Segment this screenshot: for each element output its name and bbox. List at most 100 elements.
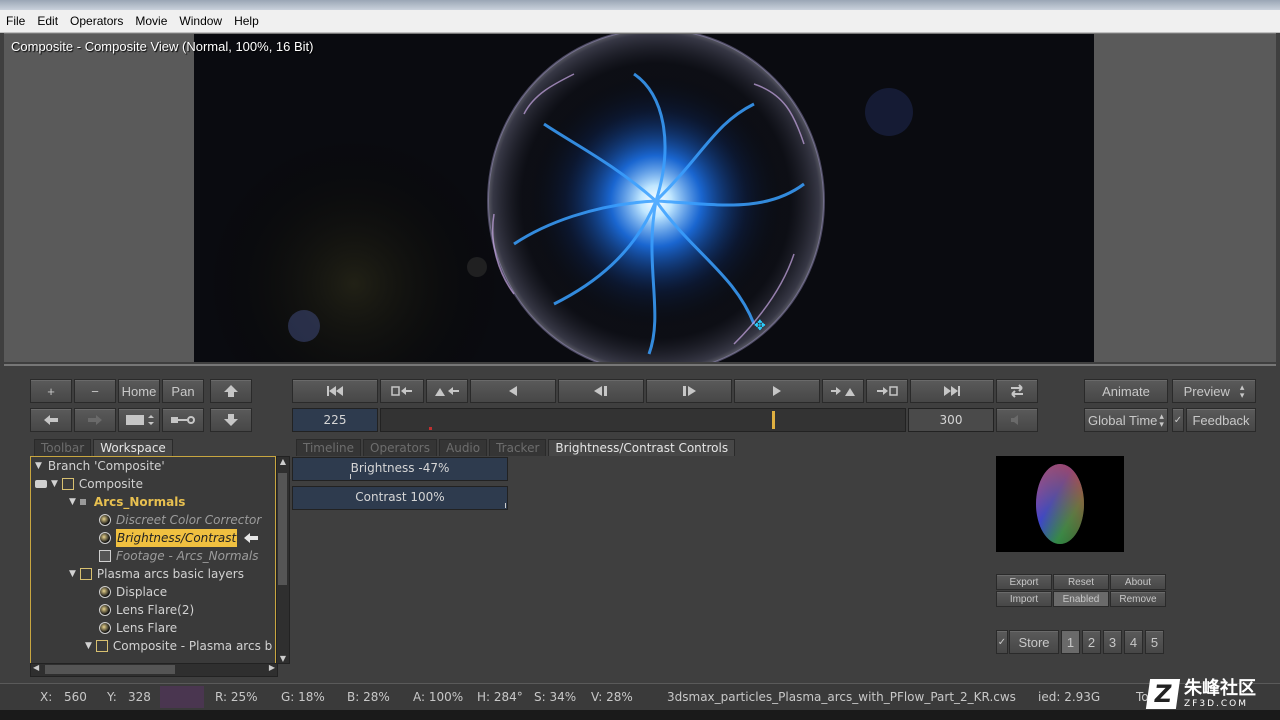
tree-row-brightness-contrast[interactable]: Brightness/Contrast [99, 529, 259, 547]
node-link-button[interactable] [162, 408, 204, 432]
store-checkbox[interactable]: ✓ [996, 630, 1008, 654]
animate-button[interactable]: Animate [1084, 379, 1168, 403]
forward-button[interactable] [74, 408, 116, 432]
prev-marker-button[interactable] [426, 379, 468, 403]
tree-row-arcs-normals[interactable]: ▼ Arcs_Normals [69, 493, 185, 511]
tab-timeline[interactable]: Timeline [296, 439, 362, 456]
store-slot-2[interactable]: 2 [1082, 630, 1101, 654]
tree-row-footage[interactable]: Footage - Arcs_Normals [99, 547, 258, 565]
tree-row-composite-plasma[interactable]: ▼ Composite - Plasma arcs b [85, 637, 272, 655]
arrow-left-icon [44, 415, 58, 425]
scroll-thumb[interactable] [278, 473, 287, 585]
workspace-tree[interactable]: ▼ Branch 'Composite' ▼ Composite ▼ Arcs_… [30, 456, 276, 664]
audio-button[interactable] [996, 408, 1038, 432]
next-marker-button[interactable] [822, 379, 864, 403]
skip-end-icon [944, 386, 960, 396]
menu-help[interactable]: Help [228, 14, 265, 28]
timeline-playhead[interactable] [772, 411, 775, 429]
loop-button[interactable] [996, 379, 1038, 403]
operator-icon [99, 604, 111, 616]
tree-label: Plasma arcs basic layers [96, 567, 244, 581]
brightness-slider[interactable]: Brightness -47% [292, 457, 508, 481]
upload-button[interactable] [210, 379, 252, 403]
add-button[interactable]: + [30, 379, 72, 403]
step-back-button[interactable] [558, 379, 644, 403]
menu-window[interactable]: Window [173, 14, 228, 28]
tree-row-plasma-arcs[interactable]: ▼ Plasma arcs basic layers [69, 565, 244, 583]
z-logo-icon: Z [1145, 679, 1181, 709]
step-forward-icon [683, 386, 696, 396]
y-value: 328 [128, 690, 151, 704]
check-icon: ✓ [1173, 414, 1183, 426]
scroll-right-icon[interactable]: ▶ [269, 663, 275, 672]
tab-brightness-contrast-controls[interactable]: Brightness/Contrast Controls [548, 439, 736, 456]
store-slot-1[interactable]: 1 [1061, 630, 1080, 654]
import-button[interactable]: Import [996, 591, 1052, 607]
download-button[interactable] [210, 408, 252, 432]
feedback-checkbox[interactable]: ✓ [1172, 408, 1184, 432]
menu-file[interactable]: File [0, 14, 31, 28]
store-slot-4[interactable]: 4 [1124, 630, 1143, 654]
scroll-down-icon[interactable]: ▼ [277, 654, 289, 663]
view-mode-select[interactable] [118, 408, 160, 432]
store-slot-3[interactable]: 3 [1103, 630, 1122, 654]
green-value: G: 18% [281, 690, 325, 704]
feedback-button[interactable]: Feedback [1186, 408, 1256, 432]
remove-button[interactable]: Remove [1110, 591, 1166, 607]
play-button[interactable] [734, 379, 820, 403]
loop-icon [1011, 384, 1023, 398]
back-button[interactable] [30, 408, 72, 432]
tab-toolbar[interactable]: Toolbar [34, 439, 92, 456]
reset-button[interactable]: Reset [1053, 574, 1109, 590]
export-button[interactable]: Export [996, 574, 1052, 590]
visibility-icon [35, 480, 47, 488]
menu-operators[interactable]: Operators [64, 14, 129, 28]
menu-edit[interactable]: Edit [31, 14, 64, 28]
hue-value: H: 284° [477, 690, 523, 704]
tree-horizontal-scrollbar[interactable]: ◀ ▶ [30, 663, 278, 677]
store-button[interactable]: Store [1009, 630, 1059, 654]
global-time-select[interactable]: Global Time ▴ ▾ [1084, 408, 1168, 432]
preview-select[interactable]: Preview ▴ ▾ [1172, 379, 1256, 403]
prev-key-button[interactable] [380, 379, 424, 403]
tree-row-branch[interactable]: ▼ Branch 'Composite' [35, 457, 165, 475]
scroll-up-icon[interactable]: ▲ [277, 457, 289, 466]
menu-movie[interactable]: Movie [129, 14, 173, 28]
remove-button[interactable]: − [74, 379, 116, 403]
file-name: 3dsmax_particles_Plasma_arcs_with_PFlow_… [667, 690, 1016, 704]
pan-button[interactable]: Pan [162, 379, 204, 403]
go-to-end-button[interactable] [910, 379, 994, 403]
store-slot-5[interactable]: 5 [1145, 630, 1164, 654]
scroll-thumb[interactable] [45, 665, 175, 674]
node-link-icon [171, 416, 195, 424]
tree-vertical-scrollbar[interactable]: ▲ ▼ [276, 456, 290, 664]
tree-label: Composite - Plasma arcs b [112, 639, 273, 653]
collapse-arrow-icon: ▼ [35, 461, 42, 471]
tree-row-composite[interactable]: ▼ Composite [35, 475, 143, 493]
tree-row-displace[interactable]: Displace [99, 583, 167, 601]
end-frame-field[interactable]: 300 [908, 408, 994, 432]
go-to-start-button[interactable] [292, 379, 378, 403]
prev-key-icon [391, 386, 412, 396]
composite-view-canvas[interactable]: ✥ [194, 34, 1094, 362]
next-key-button[interactable] [866, 379, 908, 403]
tab-workspace[interactable]: Workspace [93, 439, 173, 456]
contrast-slider[interactable]: Contrast 100% [292, 486, 508, 510]
tree-row-discreet-color-corrector[interactable]: Discreet Color Corrector [99, 511, 261, 529]
watermark-subtext: ZF3D.COM [1184, 699, 1248, 709]
tab-operators[interactable]: Operators [363, 439, 437, 456]
enabled-button[interactable]: Enabled [1053, 591, 1109, 607]
timeline-slider[interactable] [380, 408, 906, 432]
upload-icon [224, 385, 238, 397]
tab-audio[interactable]: Audio [439, 439, 488, 456]
tab-tracker[interactable]: Tracker [489, 439, 547, 456]
play-reverse-button[interactable] [470, 379, 556, 403]
step-forward-button[interactable] [646, 379, 732, 403]
about-button[interactable]: About [1110, 574, 1166, 590]
tree-row-lens-flare[interactable]: Lens Flare [99, 619, 177, 637]
scroll-left-icon[interactable]: ◀ [33, 663, 39, 672]
tree-row-lens-flare-2[interactable]: Lens Flare(2) [99, 601, 194, 619]
home-button[interactable]: Home [118, 379, 160, 403]
current-frame-field[interactable]: 225 [292, 408, 378, 432]
brightness-label: Brightness -47% [350, 461, 450, 475]
